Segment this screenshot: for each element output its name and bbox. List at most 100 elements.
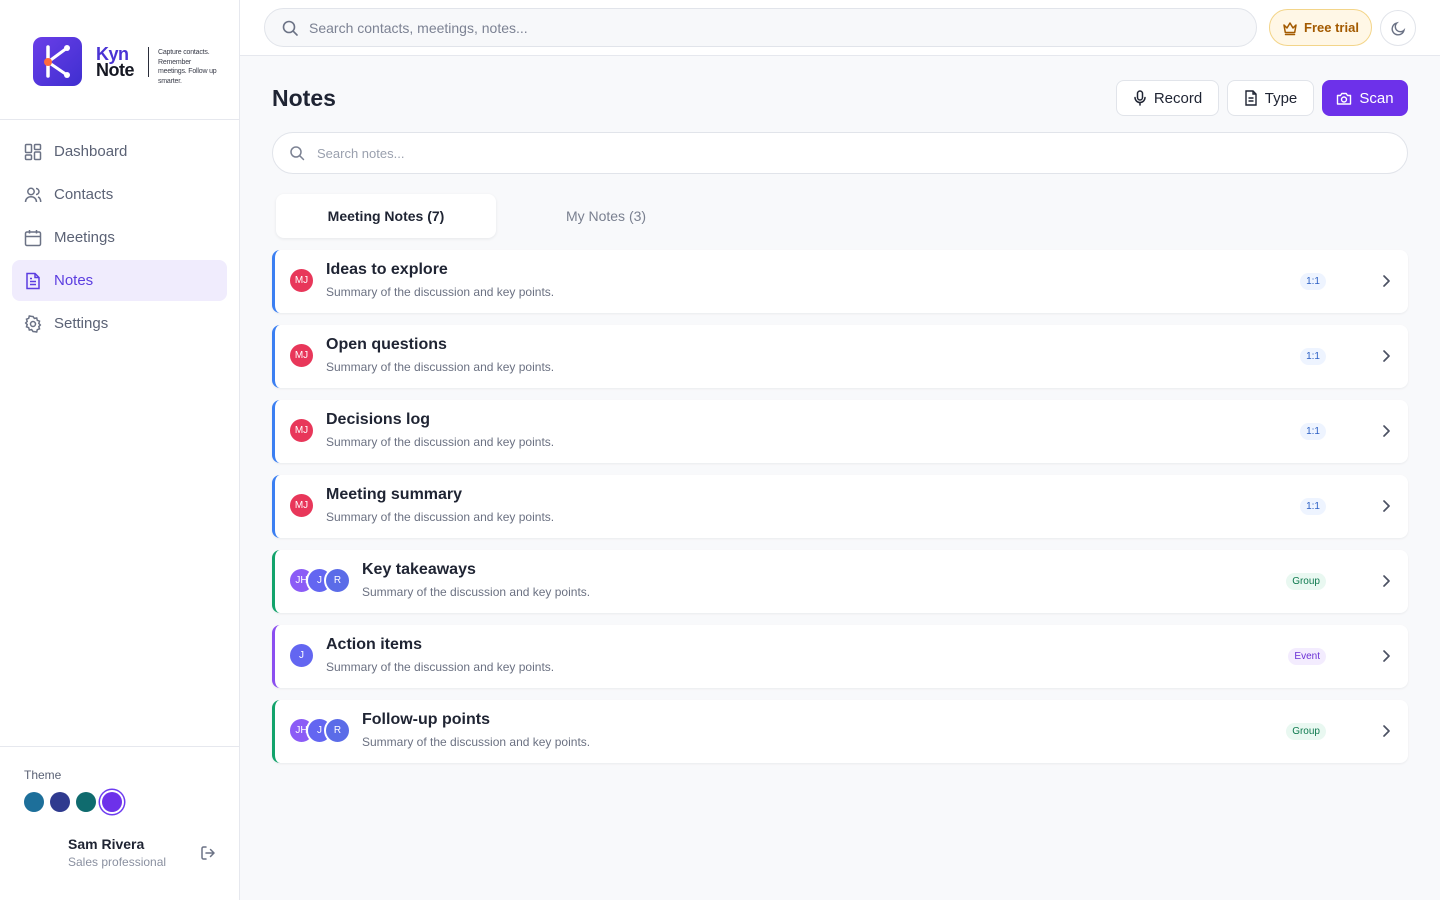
search-icon [281, 19, 299, 37]
note-summary: Summary of the discussion and key points… [326, 435, 555, 449]
logo-area: Kyn Note Capture contacts. Remember meet… [0, 0, 239, 120]
note-card[interactable]: J Action items Summary of the discussion a… [272, 625, 1408, 688]
sidebar-item-meetings[interactable]: Meetings [12, 217, 227, 258]
note-type-badge: 1:1 [1300, 498, 1326, 515]
note-summary: Summary of the discussion and key points… [326, 660, 555, 674]
note-card[interactable]: MJ Decisions log Summary of the discussion… [272, 400, 1408, 463]
sidebar-item-dashboard[interactable]: Dashboard [12, 131, 227, 172]
sidebar-item-contacts[interactable]: Contacts [12, 174, 227, 215]
logo-word-2: Note [96, 60, 135, 80]
user-name: Sam Rivera [68, 836, 145, 852]
theme-swatch-indigo[interactable] [50, 792, 70, 812]
chevron-right-icon[interactable] [1378, 272, 1394, 290]
sidebar-item-label: Dashboard [54, 143, 128, 160]
note-avatars: MJ [288, 267, 315, 294]
note-type-badge: Group [1286, 723, 1326, 740]
note-avatars: JH J R [288, 567, 351, 594]
note-avatars: MJ [288, 492, 315, 519]
top-bar: Free trial [240, 0, 1440, 56]
free-trial-label: Free trial [1304, 20, 1359, 35]
type-label: Type [1264, 89, 1298, 107]
global-search-input[interactable] [309, 19, 1256, 36]
moon-icon [1390, 20, 1407, 37]
note-title: Key takeaways [362, 561, 476, 578]
note-title: Follow-up points [362, 711, 490, 728]
avatar: J [288, 642, 315, 669]
chevron-right-icon[interactable] [1378, 422, 1394, 440]
sidebar-item-settings[interactable]: Settings [12, 303, 227, 344]
theme-swatch-teal[interactable] [76, 792, 96, 812]
logo-wordmark: Kyn Note [96, 45, 135, 80]
notes-search-input[interactable] [317, 145, 1407, 161]
scan-button[interactable]: Scan [1322, 80, 1408, 116]
record-button[interactable]: Record [1116, 80, 1219, 116]
document-icon [1244, 90, 1258, 106]
note-type-badge: 1:1 [1300, 273, 1326, 290]
users-icon [24, 186, 42, 204]
dark-mode-toggle[interactable] [1380, 10, 1416, 46]
user-role: Sales professional [68, 855, 167, 869]
avatar: MJ [288, 342, 315, 369]
notes-list: MJ Ideas to explore Summary of the discuss… [272, 250, 1408, 775]
calendar-icon [24, 229, 42, 247]
note-summary: Summary of the discussion and key points… [326, 510, 555, 524]
theme-swatch-blue[interactable] [24, 792, 44, 812]
free-trial-button[interactable]: Free trial [1269, 9, 1372, 46]
chevron-right-icon[interactable] [1378, 722, 1394, 740]
note-avatars: J [288, 642, 315, 669]
document-icon [24, 272, 42, 290]
logout-icon[interactable] [199, 844, 217, 862]
chevron-right-icon[interactable] [1378, 572, 1394, 590]
sidebar-item-label: Contacts [54, 186, 114, 203]
avatar: R [324, 567, 351, 594]
type-button[interactable]: Type [1227, 80, 1314, 116]
note-summary: Summary of the discussion and key points… [362, 585, 591, 599]
logo-tagline: Capture contacts. Remember meetings. Fol… [158, 49, 217, 85]
note-card[interactable]: MJ Open questions Summary of the discussio… [272, 325, 1408, 388]
note-type-badge: 1:1 [1300, 348, 1326, 365]
sidebar-nav: Dashboard Contacts Meetings Notes Settin… [12, 131, 227, 346]
avatar: R [324, 717, 351, 744]
note-summary: Summary of the discussion and key points… [326, 285, 555, 299]
sidebar-footer: Theme Sam Rivera Sales professional [0, 746, 239, 900]
sidebar-item-notes[interactable]: Notes [12, 260, 227, 301]
chevron-right-icon[interactable] [1378, 347, 1394, 365]
logo-divider [148, 47, 149, 77]
chevron-right-icon[interactable] [1378, 497, 1394, 515]
avatar: MJ [288, 417, 315, 444]
chevron-right-icon[interactable] [1378, 647, 1394, 665]
note-title: Ideas to explore [326, 261, 448, 278]
dashboard-icon [24, 143, 42, 161]
tab-my-notes[interactable]: My Notes (3) [496, 194, 716, 238]
tab-meeting-notes[interactable]: Meeting Notes (7) [276, 194, 496, 238]
search-icon [289, 145, 305, 161]
global-search[interactable] [264, 8, 1257, 47]
scan-label: Scan [1359, 89, 1394, 107]
theme-label: Theme [24, 768, 62, 782]
avatar: MJ [288, 492, 315, 519]
note-card[interactable]: MJ Meeting summary Summary of the discussi… [272, 475, 1408, 538]
note-title: Open questions [326, 336, 447, 353]
theme-swatch-purple[interactable] [102, 792, 122, 812]
record-label: Record [1153, 89, 1203, 107]
note-title: Decisions log [326, 411, 431, 428]
crown-icon [1282, 20, 1298, 36]
notes-search[interactable] [272, 132, 1408, 174]
note-avatars: MJ [288, 342, 315, 369]
microphone-icon [1133, 90, 1147, 106]
note-summary: Summary of the discussion and key points… [326, 360, 555, 374]
note-type-badge: 1:1 [1300, 423, 1326, 440]
note-card[interactable]: JH J R Key takeaways Summary of the discussi… [272, 550, 1408, 613]
sidebar-item-label: Notes [54, 272, 94, 289]
logo-icon[interactable] [33, 37, 82, 86]
note-card[interactable]: JH J R Follow-up points Summary of the discu… [272, 700, 1408, 763]
page-title: Notes [272, 85, 336, 111]
camera-icon [1336, 91, 1352, 106]
sidebar-item-label: Settings [54, 315, 109, 332]
sidebar-item-label: Meetings [54, 229, 115, 246]
note-type-badge: Group [1286, 573, 1326, 590]
note-card[interactable]: MJ Ideas to explore Summary of the discuss… [272, 250, 1408, 313]
note-type-badge: Event [1288, 648, 1326, 665]
sidebar: Kyn Note Capture contacts. Remember meet… [0, 0, 240, 900]
note-title: Meeting summary [326, 486, 463, 503]
